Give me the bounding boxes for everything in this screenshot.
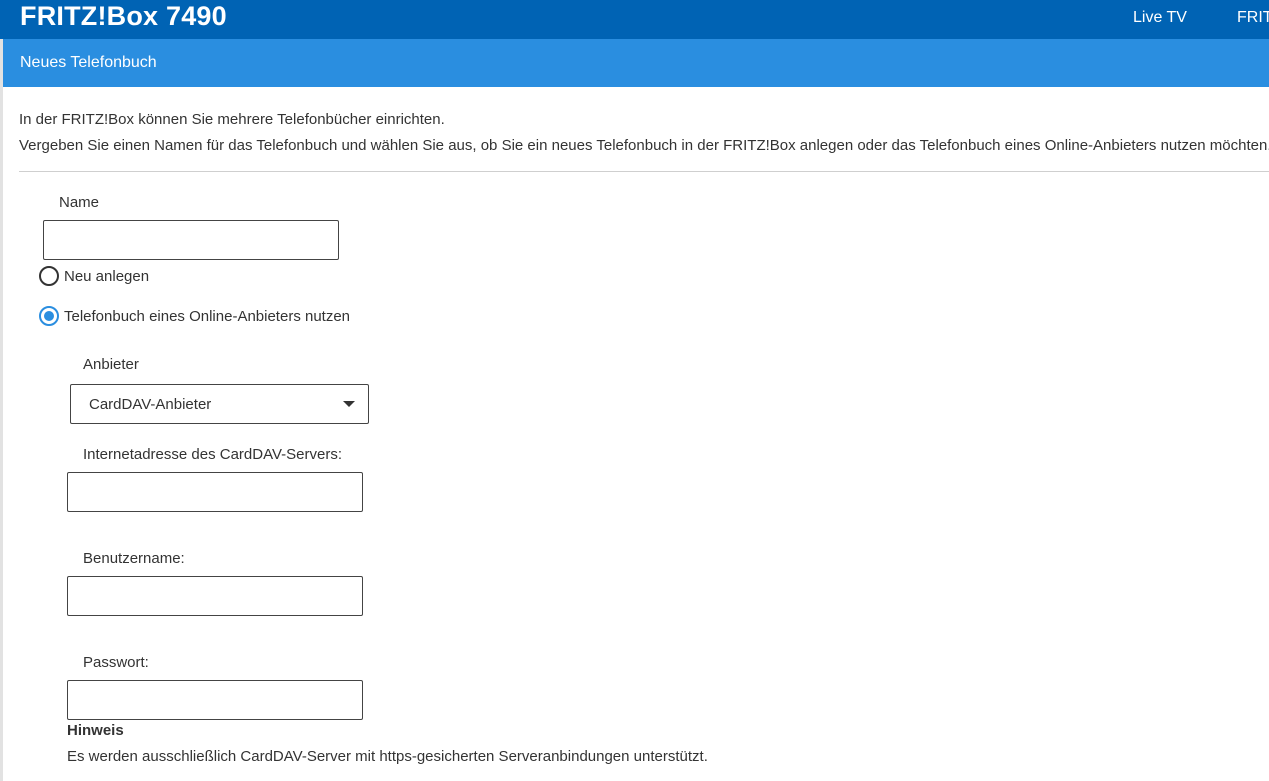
- left-border: [0, 39, 3, 781]
- page-title: Neues Telefonbuch: [20, 54, 157, 71]
- radio-online-label: Telefonbuch eines Online-Anbieters nutze…: [64, 307, 351, 325]
- password-label: Passwort:: [83, 654, 149, 671]
- intro-text-line-2: Vergeben Sie einen Namen für das Telefon…: [19, 137, 1269, 154]
- brand-title: FRITZ!Box 7490: [20, 1, 227, 31]
- server-url-input[interactable]: [67, 472, 363, 512]
- nav-item-live-tv[interactable]: Live TV: [1133, 9, 1187, 27]
- username-label: Benutzername:: [83, 550, 185, 567]
- top-header-bar: FRITZ!Box 7490 Live TV FRITZ!: [0, 0, 1269, 39]
- nav-item-fritz[interactable]: FRITZ!: [1237, 9, 1269, 27]
- password-input[interactable]: [67, 680, 363, 720]
- hint-text: Es werden ausschließlich CardDAV-Server …: [67, 748, 708, 765]
- radio-button-new[interactable]: [39, 266, 59, 286]
- provider-select[interactable]: CardDAV-Anbieter: [70, 384, 369, 424]
- hint-title: Hinweis: [67, 722, 124, 739]
- intro-text-line-1: In der FRITZ!Box können Sie mehrere Tele…: [19, 111, 445, 128]
- server-url-label: Internetadresse des CardDAV-Servers:: [83, 446, 343, 463]
- username-input[interactable]: [67, 576, 363, 616]
- name-label: Name: [59, 194, 100, 211]
- radio-new-phonebook[interactable]: Neu anlegen: [39, 266, 149, 286]
- radio-online-provider[interactable]: Telefonbuch eines Online-Anbieters nutze…: [39, 306, 350, 326]
- chevron-down-icon: [343, 401, 355, 407]
- name-input[interactable]: [43, 220, 339, 260]
- provider-select-value: CardDAV-Anbieter: [89, 396, 212, 413]
- section-divider: [19, 171, 1269, 172]
- provider-label: Anbieter: [83, 356, 139, 373]
- radio-new-label: Neu anlegen: [64, 267, 150, 285]
- radio-button-online[interactable]: [39, 306, 59, 326]
- page-title-bar: Neues Telefonbuch: [3, 39, 1269, 87]
